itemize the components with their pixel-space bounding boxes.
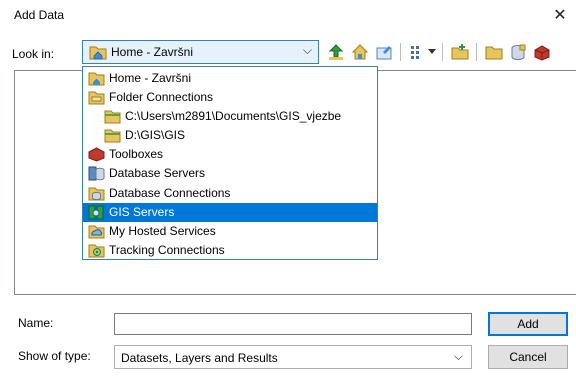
show-of-type-value: Datasets, Layers and Results: [121, 351, 278, 365]
dropdown-item-home[interactable]: Home - Završni: [83, 69, 377, 88]
dropdown-item-database-servers[interactable]: Database Servers: [83, 164, 377, 183]
catalog-icon: [376, 46, 392, 60]
dropdown-item-gis-servers[interactable]: GIS Servers: [83, 202, 377, 222]
show-of-type-select[interactable]: Datasets, Layers and Results ⌵: [114, 345, 472, 369]
new-folder-button[interactable]: [482, 40, 506, 64]
dropdown-item-toolboxes[interactable]: Toolboxes: [83, 145, 377, 164]
title-bar: Add Data ✕: [0, 0, 576, 34]
tracking-connection-icon: [88, 243, 105, 264]
home-icon: [351, 44, 369, 60]
connect-folder-button[interactable]: [448, 40, 472, 64]
name-input[interactable]: [114, 313, 472, 335]
dropdown-item-tracking-connections[interactable]: Tracking Connections: [83, 241, 377, 260]
close-button[interactable]: ✕: [550, 6, 570, 26]
look-in-value: Home - Završni: [111, 45, 194, 59]
toolbox-icon: [534, 45, 550, 61]
cancel-button[interactable]: Cancel: [488, 345, 568, 369]
look-in-combobox[interactable]: Home - Završni ⌵: [82, 40, 319, 64]
toolbar-separator: [442, 43, 443, 61]
look-in-label: Look in:: [12, 47, 55, 61]
chevron-down-icon: ⌵: [453, 349, 463, 363]
dropdown-item-folder-c[interactable]: C:\Users\m2891\Documents\GIS_vjezbe: [83, 107, 377, 126]
caret-down-icon: [428, 49, 436, 54]
dropdown-item-hosted-services[interactable]: My Hosted Services: [83, 222, 377, 241]
list-view-icon: [411, 46, 419, 59]
toolbar-separator: [476, 43, 477, 61]
dropdown-item-folder-d[interactable]: D:\GIS\GIS: [83, 126, 377, 145]
chevron-down-icon: ⌵: [302, 43, 312, 57]
view-options-dropdown[interactable]: [426, 40, 438, 64]
name-label: Name:: [18, 316, 54, 330]
up-one-level-button[interactable]: [324, 40, 348, 64]
look-in-dropdown-list[interactable]: Home - Završni Folder Connections C:\Use…: [82, 66, 378, 260]
add-button[interactable]: Add: [488, 312, 568, 336]
dropdown-item-database-connections[interactable]: Database Connections: [83, 184, 377, 203]
toolbar: [322, 38, 576, 66]
connect-folder-icon: [451, 44, 469, 60]
dropdown-item-folder-connections[interactable]: Folder Connections: [83, 88, 377, 107]
dialog-title: Add Data: [14, 8, 65, 22]
home-folder-icon: [89, 44, 107, 63]
new-folder-icon: [485, 46, 503, 60]
database-icon: [511, 44, 526, 60]
catalog-button[interactable]: [372, 40, 396, 64]
toolbar-separator: [400, 43, 401, 61]
show-of-type-label: Show of type:: [18, 349, 91, 363]
arrow-up-icon: [328, 44, 344, 60]
add-data-dialog: Add Data ✕ Look in: Home - Završni ⌵ Hom…: [0, 0, 576, 385]
go-home-button[interactable]: [348, 40, 372, 64]
new-gdb-button[interactable]: [506, 40, 530, 64]
toolbox-button[interactable]: [530, 40, 554, 64]
